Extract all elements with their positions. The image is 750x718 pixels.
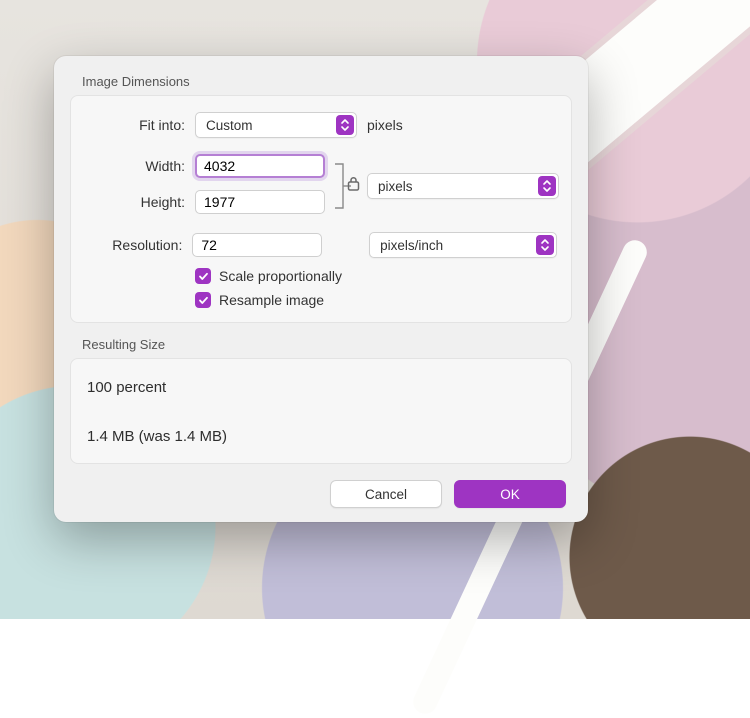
width-input[interactable] xyxy=(195,154,325,178)
ok-button[interactable]: OK xyxy=(454,480,566,508)
scale-proportionally-label: Scale proportionally xyxy=(219,268,342,284)
image-dimensions-label: Image Dimensions xyxy=(54,56,588,95)
updown-icon xyxy=(536,235,554,255)
adjust-size-dialog: Image Dimensions Fit into: Custom pixels… xyxy=(54,56,588,522)
resolution-row: Resolution: pixels/inch xyxy=(85,232,557,258)
cancel-button[interactable]: Cancel xyxy=(330,480,442,508)
height-label: Height: xyxy=(85,194,195,210)
resulting-size-label: Resulting Size xyxy=(54,323,588,358)
scale-proportionally-row[interactable]: Scale proportionally xyxy=(85,268,557,284)
image-dimensions-panel: Fit into: Custom pixels Width: Height: xyxy=(70,95,572,323)
height-input[interactable] xyxy=(195,190,325,214)
fit-into-unit: pixels xyxy=(367,117,403,133)
resulting-size-panel: 100 percent 1.4 MB (was 1.4 MB) xyxy=(70,358,572,464)
resulting-filesize: 1.4 MB (was 1.4 MB) xyxy=(87,428,555,445)
fit-into-row: Fit into: Custom pixels xyxy=(85,112,557,138)
link-bracket xyxy=(331,154,359,218)
resolution-input[interactable] xyxy=(192,233,322,257)
fit-into-value: Custom xyxy=(206,118,253,133)
width-height-units-select[interactable]: pixels xyxy=(367,173,559,199)
fit-into-select[interactable]: Custom xyxy=(195,112,357,138)
width-height-group: Width: Height: xyxy=(85,154,557,218)
resample-image-label: Resample image xyxy=(219,292,324,308)
width-label: Width: xyxy=(85,158,195,174)
resulting-percent: 100 percent xyxy=(87,379,555,396)
resolution-label: Resolution: xyxy=(85,237,192,253)
resample-image-row[interactable]: Resample image xyxy=(85,292,557,308)
resolution-units-value: pixels/inch xyxy=(380,238,443,253)
checkbox-checked-icon xyxy=(195,268,211,284)
fit-into-label: Fit into: xyxy=(85,117,195,133)
dialog-footer: Cancel OK xyxy=(54,464,588,508)
updown-icon xyxy=(336,115,354,135)
resolution-units-select[interactable]: pixels/inch xyxy=(369,232,557,258)
width-height-units-value: pixels xyxy=(378,179,413,194)
checkbox-checked-icon xyxy=(195,292,211,308)
updown-icon xyxy=(538,176,556,196)
